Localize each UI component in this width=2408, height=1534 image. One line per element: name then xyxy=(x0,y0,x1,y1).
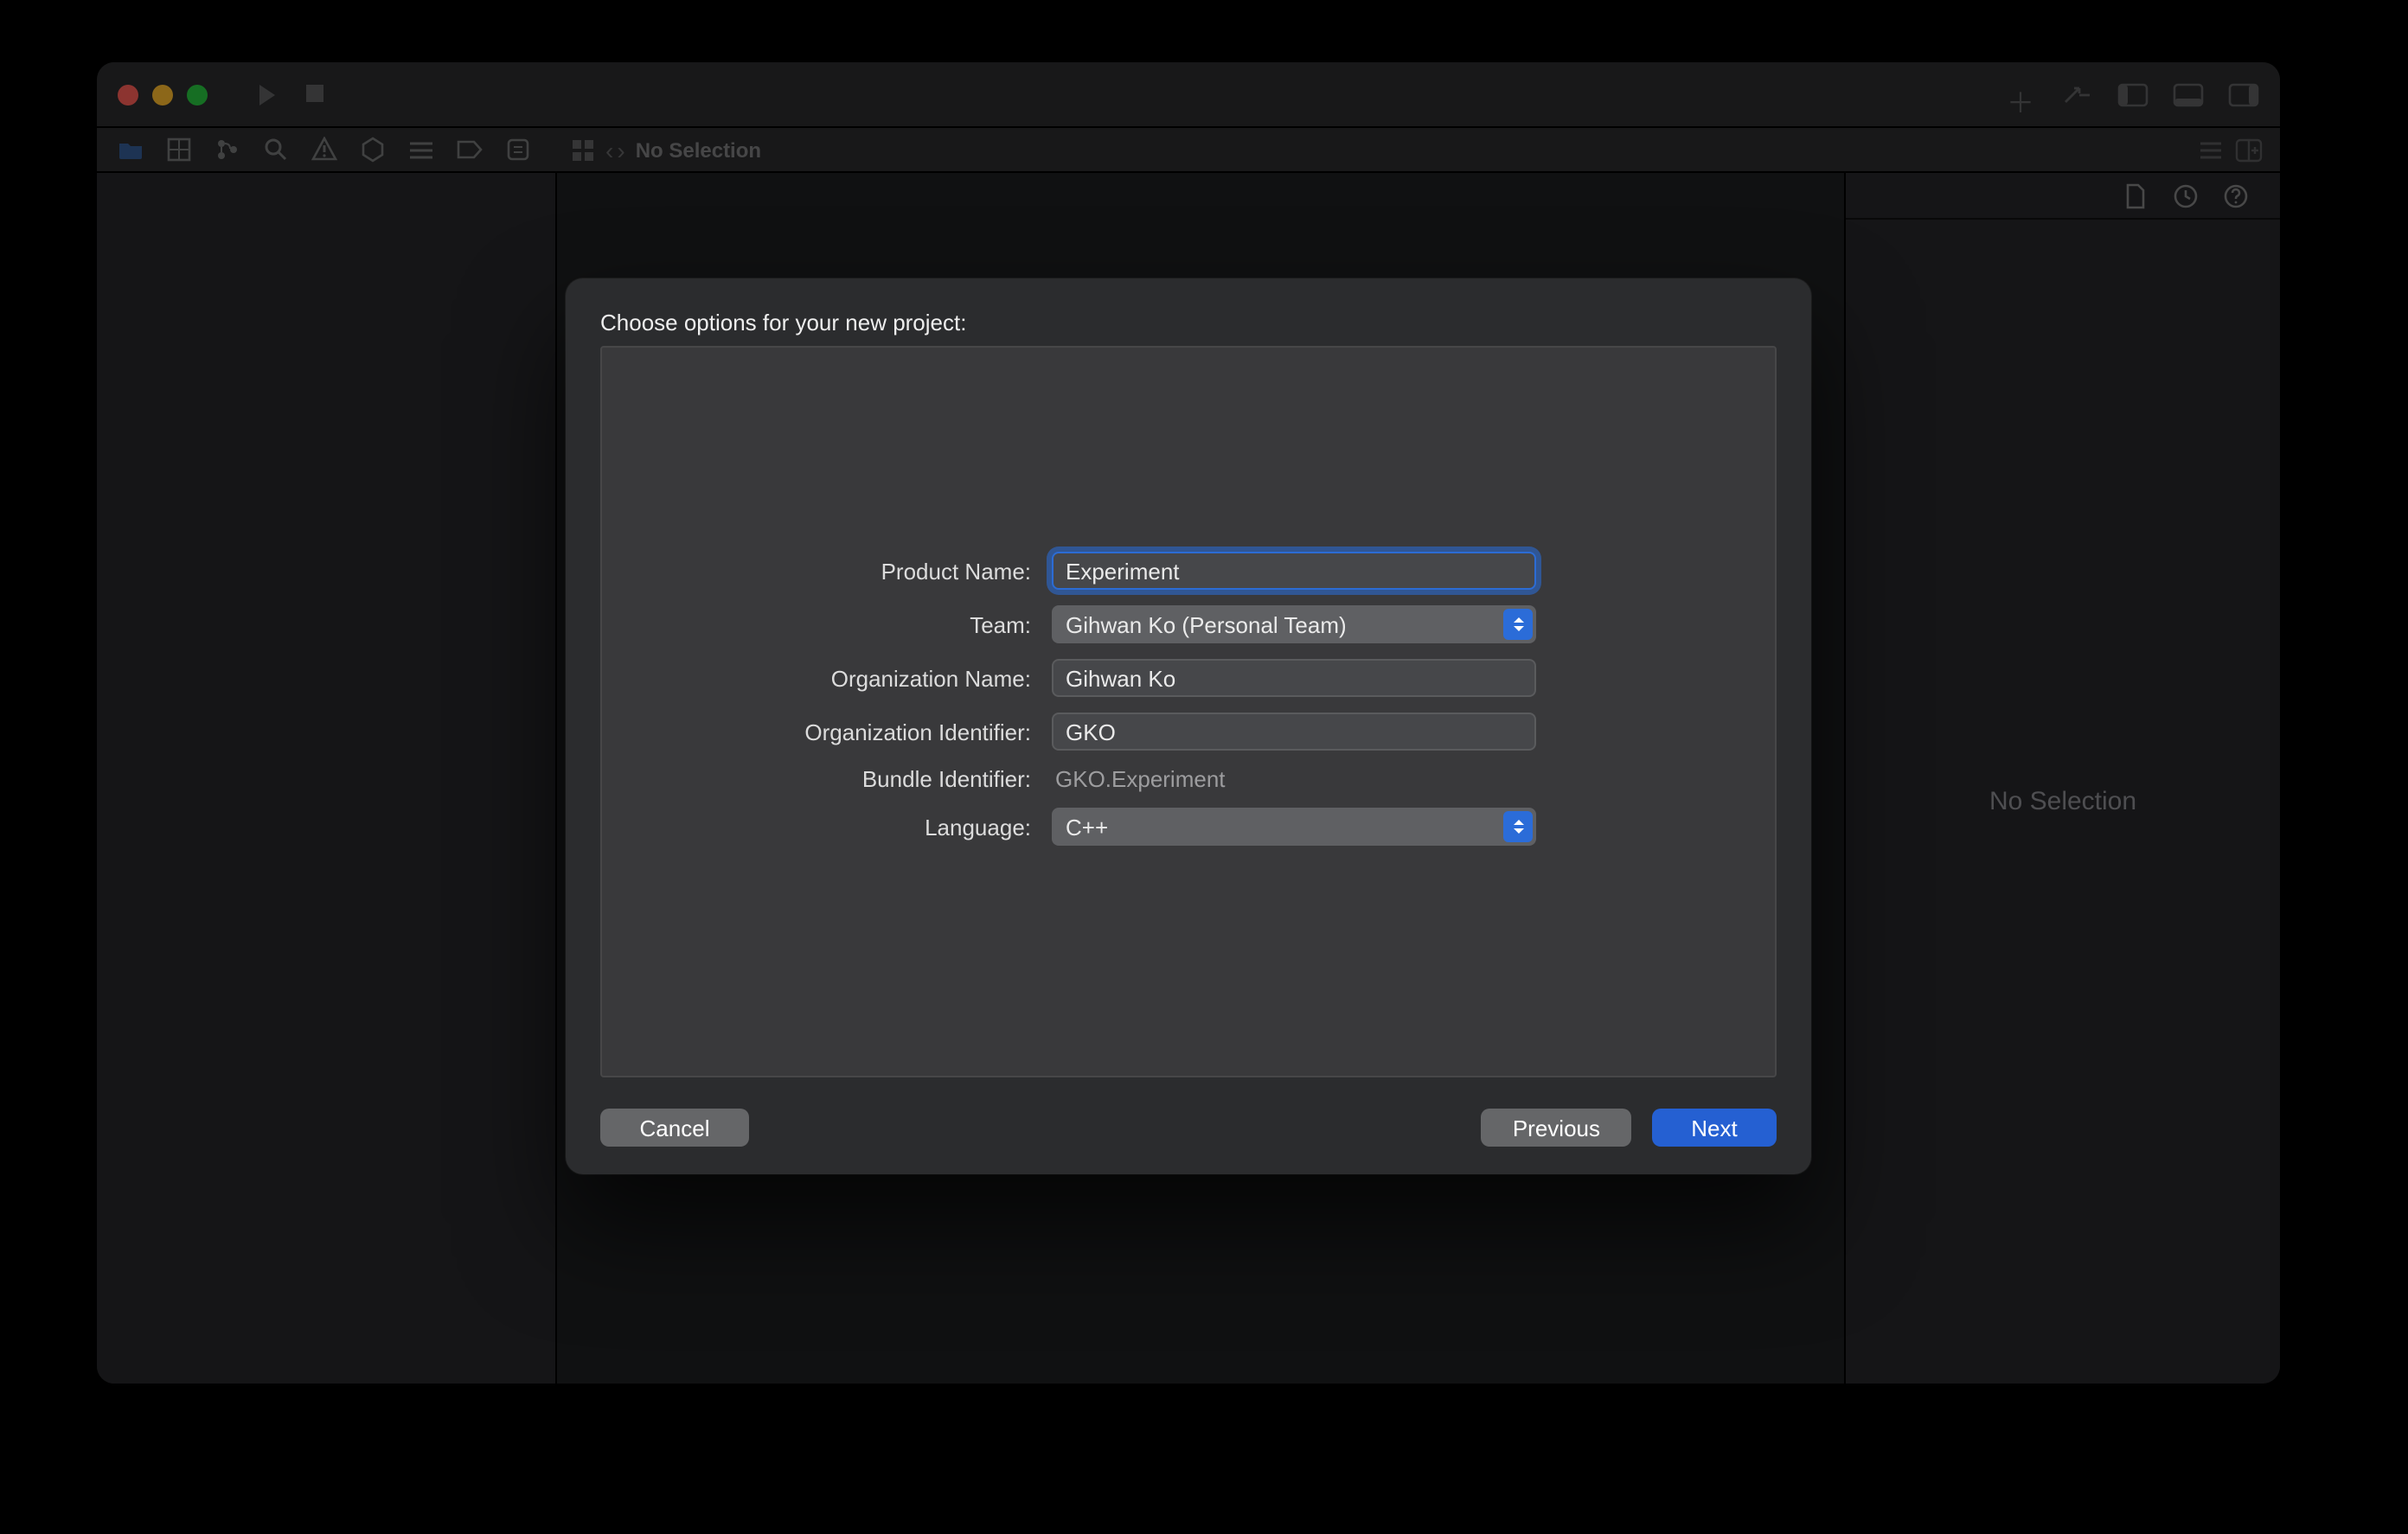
previous-button[interactable]: Previous xyxy=(1482,1109,1631,1147)
sheet-title: Choose options for your new project: xyxy=(600,310,1777,336)
debug-navigator-icon[interactable] xyxy=(408,137,434,163)
add-editor-icon[interactable] xyxy=(2235,137,2263,162)
find-navigator-icon[interactable] xyxy=(263,137,289,163)
navigator-panel xyxy=(97,173,557,1384)
code-review-icon[interactable] xyxy=(2062,82,2093,106)
run-icon[interactable] xyxy=(259,84,275,105)
bundle-identifier-value: GKO.Experiment xyxy=(1052,766,1226,792)
issue-navigator-icon[interactable] xyxy=(311,137,337,163)
help-inspector-icon[interactable] xyxy=(2223,182,2249,208)
back-icon[interactable]: ‹ xyxy=(605,136,613,163)
plus-icon[interactable] xyxy=(2007,82,2038,106)
close-icon[interactable] xyxy=(118,84,138,105)
jumpbar-title: No Selection xyxy=(636,137,761,162)
test-navigator-icon[interactable] xyxy=(360,137,386,163)
language-value: C++ xyxy=(1066,814,1108,840)
titlebar xyxy=(97,62,2280,128)
organization-identifier-input[interactable] xyxy=(1052,713,1536,751)
bottom-panel-icon[interactable] xyxy=(2173,82,2204,106)
organization-name-label: Organization Name: xyxy=(602,665,1031,691)
team-label: Team: xyxy=(602,611,1031,637)
zoom-icon[interactable] xyxy=(187,84,208,105)
product-name-input[interactable] xyxy=(1052,552,1536,590)
history-inspector-icon[interactable] xyxy=(2173,182,2199,208)
bundle-identifier-label: Bundle Identifier: xyxy=(602,766,1031,792)
chevron-up-down-icon xyxy=(1503,811,1533,842)
left-panel-icon[interactable] xyxy=(2117,82,2149,106)
file-inspector-icon[interactable] xyxy=(2123,182,2149,208)
language-label: Language: xyxy=(602,814,1031,840)
breakpoint-navigator-icon[interactable] xyxy=(457,137,483,163)
team-popup[interactable]: Gihwan Ko (Personal Team) xyxy=(1052,605,1536,643)
related-items-icon[interactable] xyxy=(571,137,595,162)
project-navigator-icon[interactable] xyxy=(118,137,144,163)
new-project-options-sheet: Choose options for your new project: Pro… xyxy=(566,278,1811,1174)
team-value: Gihwan Ko (Personal Team) xyxy=(1066,611,1347,637)
run-controls xyxy=(259,84,323,105)
next-button[interactable]: Next xyxy=(1652,1109,1777,1147)
report-navigator-icon[interactable] xyxy=(505,137,531,163)
cancel-button[interactable]: Cancel xyxy=(600,1109,749,1147)
source-control-navigator-icon[interactable] xyxy=(166,137,192,163)
organization-identifier-label: Organization Identifier: xyxy=(602,719,1031,745)
forward-icon[interactable]: › xyxy=(617,136,624,163)
chevron-up-down-icon xyxy=(1503,609,1533,640)
right-panel-icon[interactable] xyxy=(2228,82,2259,106)
stop-icon[interactable] xyxy=(306,84,323,101)
inspector-empty-text: No Selection xyxy=(1846,220,2280,1384)
window-traffic-lights xyxy=(118,84,208,105)
minimize-icon[interactable] xyxy=(152,84,173,105)
product-name-label: Product Name: xyxy=(602,558,1031,584)
tab-bar: ‹ › No Selection xyxy=(97,128,2280,173)
organization-name-input[interactable] xyxy=(1052,659,1536,697)
editor-options-icon[interactable] xyxy=(2197,137,2225,162)
language-popup[interactable]: C++ xyxy=(1052,808,1536,846)
inspector-panel: No Selection xyxy=(1844,173,2280,1384)
symbol-navigator-icon[interactable] xyxy=(215,137,240,163)
